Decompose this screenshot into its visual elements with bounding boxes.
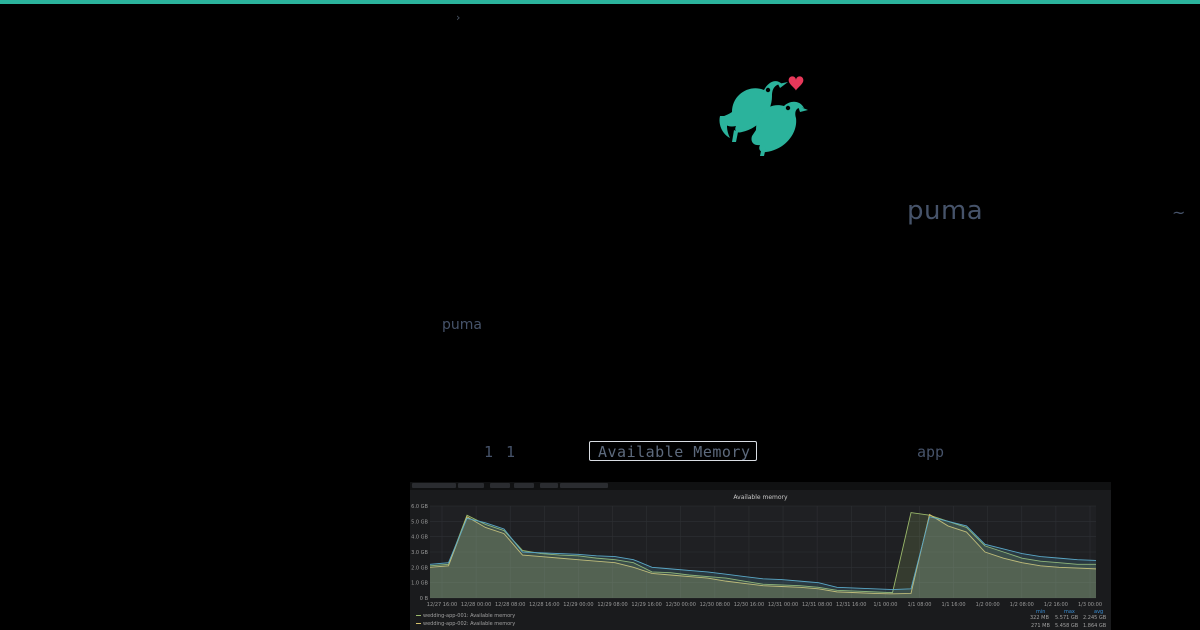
x-tick-label: 12/31 16:00 — [836, 602, 866, 608]
x-tick-label: 12/29 08:00 — [597, 602, 627, 608]
x-tick-label: 12/30 08:00 — [700, 602, 730, 608]
legend-stat: 5.458 GB — [1055, 623, 1079, 629]
y-tick-label: 6.0 GB — [411, 504, 428, 510]
tilde-mark: ~ — [1172, 203, 1186, 222]
legend-item[interactable]: wedding-app-001: Available memory — [416, 612, 515, 620]
x-tick-label: 1/1 00:00 — [873, 602, 897, 608]
two-birds-heart-logo — [719, 76, 808, 156]
top-accent-bar — [0, 0, 1200, 4]
x-tick-label: 12/29 00:00 — [563, 602, 593, 608]
line-number: 1 1 — [484, 443, 518, 461]
legend-stat: 5.571 GB — [1055, 615, 1079, 621]
breadcrumb-chevron-icon[interactable]: › — [456, 11, 460, 24]
y-tick-label: 2.0 GB — [411, 565, 428, 571]
x-tick-label: 12/31 08:00 — [802, 602, 832, 608]
x-tick-label: 12/28 16:00 — [529, 602, 559, 608]
x-tick-label: 1/2 00:00 — [976, 602, 1000, 608]
y-tick-label: 3.0 GB — [411, 550, 428, 556]
y-tick-label: 5.0 GB — [411, 519, 428, 525]
x-tick-label: 12/28 08:00 — [495, 602, 525, 608]
legend-stat: 271 MB — [1031, 623, 1050, 629]
legend-stat: 322 MB — [1030, 615, 1049, 621]
y-tick-label: 4.0 GB — [411, 535, 428, 541]
x-tick-label: 1/1 08:00 — [907, 602, 931, 608]
x-tick-label: 12/30 16:00 — [734, 602, 764, 608]
available-memory-chart: 0 B1.0 GB2.0 GB3.0 GB4.0 GB5.0 GB6.0 GB1… — [411, 504, 1102, 608]
x-tick-label: 12/29 16:00 — [631, 602, 661, 608]
x-tick-label: 1/1 16:00 — [942, 602, 966, 608]
legend-item[interactable]: wedding-app-002: Available memory — [416, 620, 515, 628]
app-tag: app — [917, 443, 945, 461]
legend-stat: 1.864 GB — [1083, 623, 1107, 629]
chart-legend: wedding-app-001: Available memory weddin… — [416, 612, 515, 628]
highlighted-term[interactable]: Available Memory — [589, 441, 757, 461]
x-tick-label: 1/3 00:00 — [1078, 602, 1102, 608]
x-tick-label: 1/2 16:00 — [1044, 602, 1068, 608]
memory-chart-screenshot: Available memory 0 B 1.0 GB 2.0 GB 3.0 GB 4.… — [410, 482, 1111, 630]
x-tick-label: 12/30 00:00 — [666, 602, 696, 608]
x-tick-label: 1/2 08:00 — [1010, 602, 1034, 608]
section-label: puma — [442, 317, 482, 333]
y-tick-label: 1.0 GB — [411, 581, 428, 587]
x-tick-label: 12/28 00:00 — [461, 602, 491, 608]
page-title: puma — [907, 196, 984, 226]
legend-stat: 2.245 GB — [1083, 615, 1107, 621]
x-tick-label: 12/31 00:00 — [768, 602, 798, 608]
x-tick-label: 12/27 16:00 — [427, 602, 457, 608]
